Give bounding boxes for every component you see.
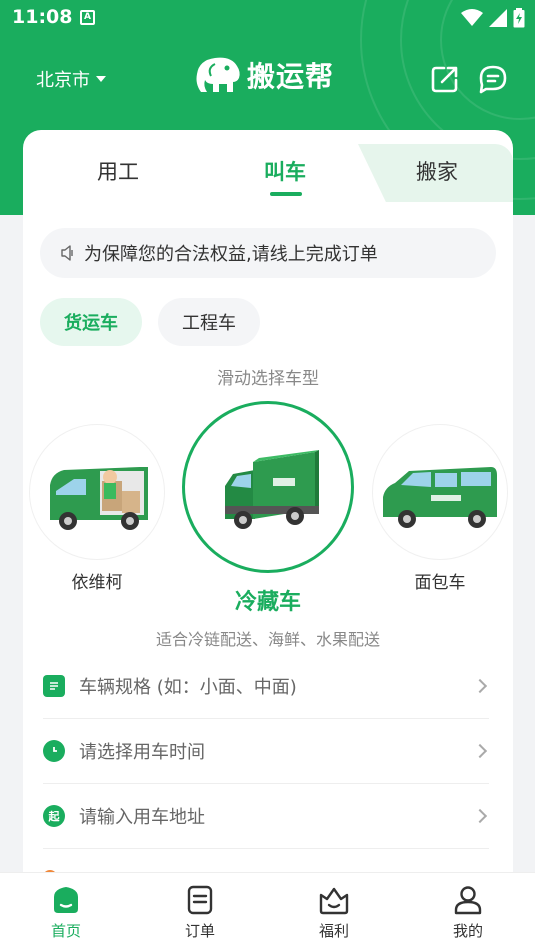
start-icon: 起 [43, 805, 65, 827]
row-select-time[interactable]: 请选择用车时间 [43, 719, 489, 784]
status-icons [461, 7, 525, 29]
share-icon[interactable] [430, 64, 460, 94]
main-card: 用工 叫车 搬家 为保障您的合法权益,请线上完成订单 货运车 工程车 滑动选择车… [23, 130, 513, 890]
signal-icon [489, 9, 507, 27]
status-bar: 11:08 A [0, 0, 535, 36]
home-icon [54, 887, 78, 913]
tab-active-indicator [270, 192, 302, 196]
service-tabs: 用工 叫车 搬家 [23, 130, 513, 202]
nav-home-label: 首页 [50, 922, 81, 940]
battery-icon [513, 8, 525, 28]
row-vehicle-spec[interactable]: 车辆规格 (如：小面、中面) [43, 654, 489, 719]
iveco-van-icon [50, 467, 148, 530]
notification-icon: A [80, 10, 95, 25]
message-icon[interactable] [478, 64, 508, 94]
clock-icon [43, 740, 65, 762]
row-vehicle-spec-text: 车辆规格 (如：小面、中面) [79, 677, 297, 698]
vehicle-label-minivan: 面包车 [414, 573, 466, 593]
brand-name: 搬运帮 [247, 60, 335, 93]
vehicle-label-refrigerated: 冷藏车 [234, 590, 301, 615]
vehicle-refrigerated[interactable] [182, 401, 354, 573]
tab-moving[interactable]: 搬家 [416, 156, 458, 186]
tab-labor[interactable]: 用工 [97, 156, 139, 186]
nav-orders-label: 订单 [184, 922, 215, 940]
city-label: 北京市 [36, 70, 90, 91]
vehicle-minivan[interactable] [372, 424, 508, 560]
nav-welfare[interactable]: 福利 [294, 883, 374, 941]
caret-down-icon [96, 76, 106, 82]
category-freight[interactable]: 货运车 [40, 298, 142, 346]
status-time: 11:08 [12, 6, 73, 28]
spec-icon [43, 675, 65, 697]
tab-call-car[interactable]: 叫车 [264, 156, 306, 186]
gift-icon [319, 887, 349, 915]
order-icon [187, 885, 213, 915]
row-select-time-text: 请选择用车时间 [79, 742, 205, 763]
elephant-logo-icon [196, 57, 240, 92]
vehicle-iveco[interactable] [29, 424, 165, 560]
row-address[interactable]: 起 请输入用车地址 [43, 784, 489, 849]
nav-mine[interactable]: 我的 [428, 883, 508, 941]
city-selector[interactable]: 北京市 [36, 66, 106, 92]
speaker-icon [61, 245, 73, 261]
refrigerated-truck-icon [225, 450, 319, 529]
nav-mine-label: 我的 [452, 922, 483, 940]
minivan-icon [383, 467, 497, 528]
notice-text: 为保障您的合法权益,请线上完成订单 [84, 244, 378, 265]
row-address-text: 请输入用车地址 [79, 807, 205, 828]
bottom-nav: 首页 订单 福利 我的 [0, 872, 535, 952]
vehicle-description: 适合冷链配送、海鲜、水果配送 [155, 630, 380, 649]
vehicle-label-iveco: 依维柯 [71, 573, 123, 593]
nav-welfare-label: 福利 [318, 922, 349, 940]
nav-home[interactable]: 首页 [26, 883, 106, 941]
notice-bar: 为保障您的合法权益,请线上完成订单 [40, 228, 496, 278]
chevron-right-icon [472, 743, 488, 759]
wifi-icon [461, 9, 483, 26]
chevron-right-icon [472, 678, 488, 694]
chevron-right-icon [472, 808, 488, 824]
top-bar: 北京市 搬运帮 [0, 50, 535, 110]
user-icon [454, 886, 482, 915]
slide-hint: 滑动选择车型 [217, 369, 319, 389]
category-engineering[interactable]: 工程车 [158, 298, 260, 346]
nav-orders[interactable]: 订单 [160, 883, 240, 941]
brand-logo: 搬运帮 [193, 54, 334, 96]
